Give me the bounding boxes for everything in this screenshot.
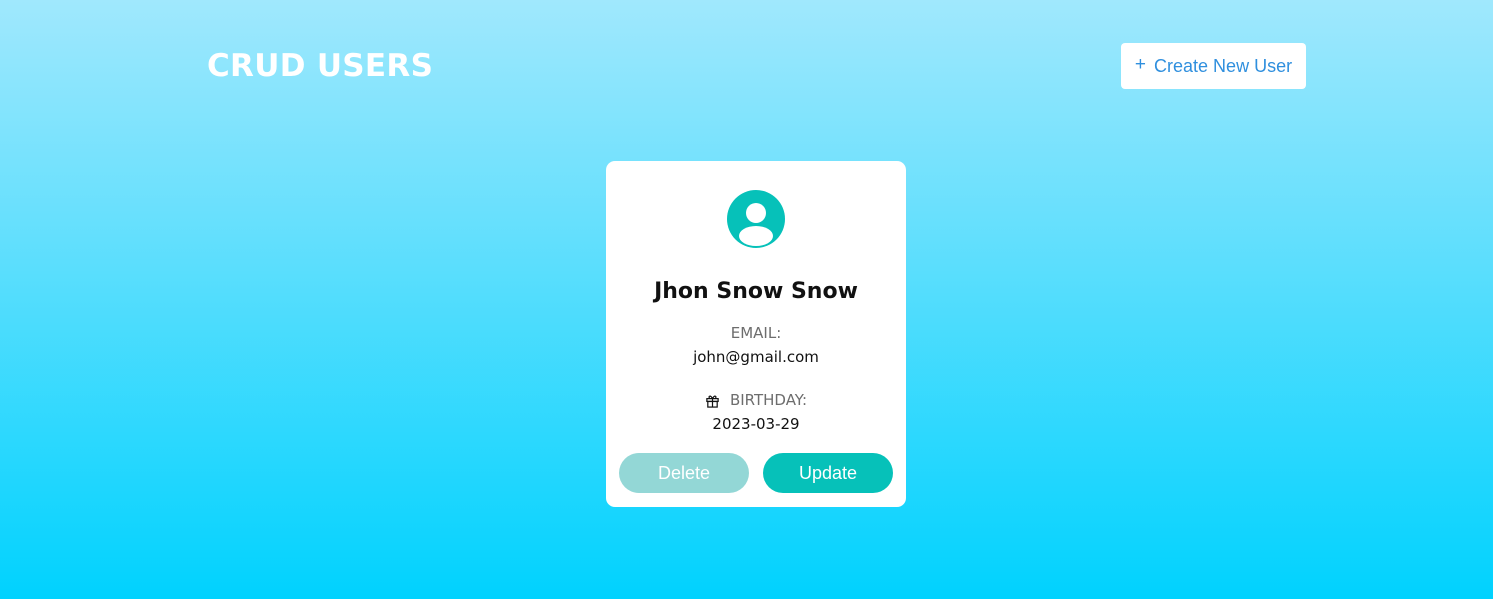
update-button[interactable]: Update [763, 453, 893, 493]
user-name: Jhon Snow Snow [654, 279, 858, 304]
user-card: Jhon Snow Snow EMAIL: john@gmail.com BIR… [606, 161, 906, 507]
email-label: EMAIL: [730, 324, 782, 342]
email-value: john@gmail.com [693, 348, 819, 366]
user-circle-icon [727, 190, 785, 248]
create-new-user-label: Create New User [1154, 55, 1293, 76]
delete-button[interactable]: Delete [619, 453, 749, 493]
birthday-label: BIRTHDAY: [729, 391, 808, 409]
plus-icon: + [1134, 54, 1147, 75]
birthday-value: 2023-03-29 [712, 415, 800, 433]
page-title: CRUD USERS [207, 48, 434, 84]
birthday-label-row: BIRTHDAY: [705, 391, 807, 409]
create-new-user-button[interactable]: + Create New User [1121, 43, 1306, 89]
gift-icon [706, 395, 719, 408]
card-actions: Delete Update [619, 453, 893, 493]
